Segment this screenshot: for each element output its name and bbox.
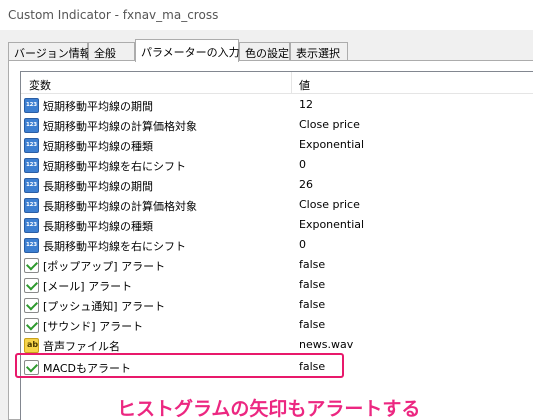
number-icon [24, 238, 39, 253]
parameter-value[interactable]: false [299, 278, 325, 291]
number-icon [24, 218, 39, 233]
table-row[interactable]: [プッシュ通知] アラート false [21, 295, 533, 315]
highlight-box [15, 353, 344, 378]
parameter-value[interactable]: 12 [299, 98, 313, 111]
parameter-name: 短期移動平均線の計算価格対象 [43, 120, 197, 133]
number-icon [24, 138, 39, 153]
tab-display-selection[interactable]: 表示選択 [290, 42, 348, 61]
tab-color-settings[interactable]: 色の設定 [239, 42, 290, 61]
parameter-value[interactable]: false [299, 298, 325, 311]
tab-parameter-input[interactable]: パラメーターの入力 [135, 39, 240, 62]
window-title: Custom Indicator - fxnav_ma_cross [0, 0, 533, 30]
parameter-name: 短期移動平均線の期間 [43, 100, 153, 113]
column-header-value[interactable]: 値 [299, 77, 310, 93]
parameter-value[interactable]: Close price [299, 198, 360, 211]
table-row[interactable]: 長期移動平均線の種類 Exponential [21, 215, 533, 235]
parameter-name: [サウンド] アラート [43, 320, 144, 333]
table-row[interactable]: [ポップアップ] アラート false [21, 255, 533, 275]
parameter-value[interactable]: 0 [299, 158, 306, 171]
table-row[interactable]: 長期移動平均線の期間 26 [21, 175, 533, 195]
table-row[interactable]: 短期移動平均線を右にシフト 0 [21, 155, 533, 175]
number-icon [24, 158, 39, 173]
number-icon [24, 118, 39, 133]
boolean-icon [24, 278, 39, 293]
parameter-value[interactable]: Close price [299, 118, 360, 131]
number-icon [24, 98, 39, 113]
parameter-name: [メール] アラート [43, 280, 133, 293]
tab-version-info[interactable]: バージョン情報 [8, 42, 91, 61]
boolean-icon [24, 258, 39, 273]
table-row[interactable]: [サウンド] アラート false [21, 315, 533, 335]
parameter-name: [ポップアップ] アラート [43, 260, 166, 273]
boolean-icon [24, 298, 39, 313]
parameter-name: 長期移動平均線の種類 [43, 220, 153, 233]
table-row[interactable]: 短期移動平均線の種類 Exponential [21, 135, 533, 155]
parameter-name: 音声ファイル名 [43, 340, 120, 353]
parameter-value[interactable]: false [299, 318, 325, 331]
table-row[interactable]: 音声ファイル名 news.wav [21, 335, 533, 355]
number-icon [24, 198, 39, 213]
table-row[interactable]: 長期移動平均線の計算価格対象 Close price [21, 195, 533, 215]
parameter-name: 長期移動平均線の計算価格対象 [43, 200, 197, 213]
parameter-value[interactable]: false [299, 258, 325, 271]
boolean-icon [24, 318, 39, 333]
parameter-name: [プッシュ通知] アラート [43, 300, 166, 313]
column-header-variable[interactable]: 変数 [29, 77, 51, 93]
string-icon [24, 338, 39, 353]
grid-header: 変数 値 [21, 72, 533, 94]
parameter-name: 長期移動平均線を右にシフト [43, 240, 186, 253]
table-row[interactable]: 長期移動平均線を右にシフト 0 [21, 235, 533, 255]
parameter-name: 短期移動平均線を右にシフト [43, 160, 186, 173]
column-separator[interactable] [291, 72, 292, 94]
annotation-caption: ヒストグラムの矢印もアラートする [117, 398, 421, 420]
table-row[interactable]: 短期移動平均線の計算価格対象 Close price [21, 115, 533, 135]
parameter-value[interactable]: Exponential [299, 218, 364, 231]
tab-general[interactable]: 全般 [88, 42, 135, 61]
parameter-name: 長期移動平均線の期間 [43, 180, 153, 193]
parameter-name: 短期移動平均線の種類 [43, 140, 153, 153]
number-icon [24, 178, 39, 193]
parameter-value[interactable]: news.wav [299, 338, 353, 351]
table-row[interactable]: 短期移動平均線の期間 12 [21, 95, 533, 115]
tab-strip: バージョン情報 全般 パラメーターの入力 色の設定 表示選択 [8, 39, 528, 62]
table-row[interactable]: [メール] アラート false [21, 275, 533, 295]
parameter-value[interactable]: Exponential [299, 138, 364, 151]
parameter-value[interactable]: 26 [299, 178, 313, 191]
parameter-value[interactable]: 0 [299, 238, 306, 251]
